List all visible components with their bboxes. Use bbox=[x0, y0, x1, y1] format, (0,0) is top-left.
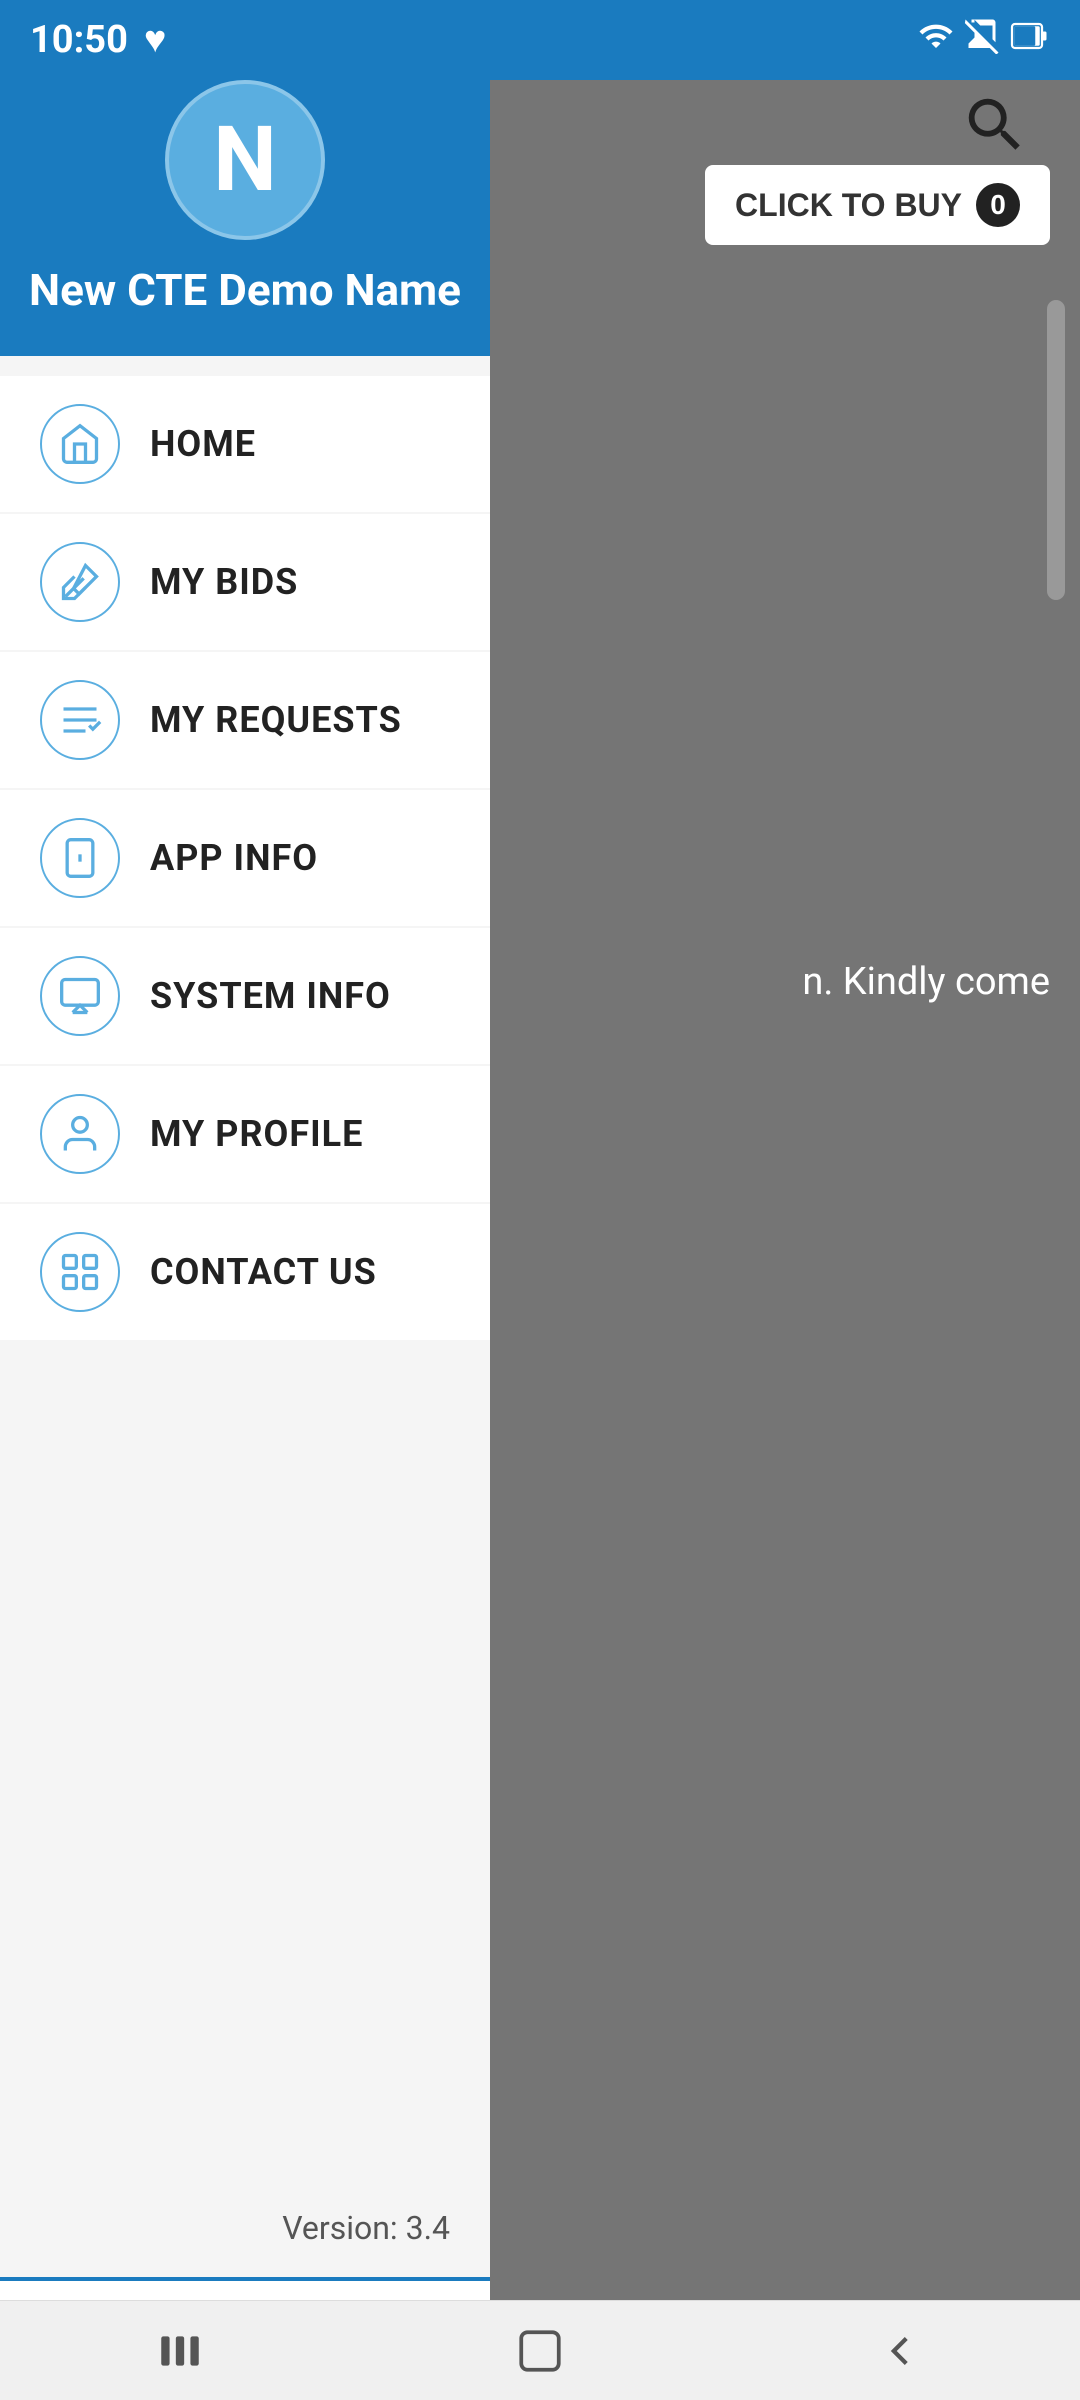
drawer-nav-list: HOME MY BIDS MY REQUESTS APP INFO SYSTEM bbox=[0, 356, 490, 2179]
avatar-letter: N bbox=[213, 115, 277, 205]
status-bar: 10:50 ♥ bbox=[0, 0, 1080, 80]
signal-icon bbox=[964, 18, 1000, 62]
version-area: Version: 3.4 bbox=[0, 2179, 490, 2277]
search-icon[interactable] bbox=[960, 90, 1030, 175]
battery-icon bbox=[1010, 18, 1050, 62]
nav-label-my-requests: MY REQUESTS bbox=[150, 699, 402, 741]
navigation-drawer: N New CTE Demo Name HOME MY BIDS MY REQU… bbox=[0, 0, 490, 2400]
home-icon bbox=[40, 404, 120, 484]
nav-item-my-bids[interactable]: MY BIDS bbox=[0, 514, 490, 650]
contact-icon bbox=[40, 1232, 120, 1312]
bottom-back-button[interactable] bbox=[860, 2311, 940, 2391]
nav-item-system-info[interactable]: SYSTEM INFO bbox=[0, 928, 490, 1064]
wifi-icon bbox=[918, 18, 954, 62]
version-text: Version: 3.4 bbox=[282, 2209, 450, 2247]
nav-label-my-profile: MY PROFILE bbox=[150, 1113, 363, 1155]
bottom-home-button[interactable] bbox=[500, 2311, 580, 2391]
nav-item-my-requests[interactable]: MY REQUESTS bbox=[0, 652, 490, 788]
drawer-username: New CTE Demo Name bbox=[9, 264, 481, 316]
click-to-buy-badge: 0 bbox=[976, 183, 1020, 227]
kindly-text: n. Kindly come bbox=[802, 960, 1050, 1004]
time-display: 10:50 bbox=[30, 18, 128, 62]
click-to-buy-label: CLICK TO BUY bbox=[735, 187, 962, 224]
status-icons-right bbox=[918, 18, 1050, 62]
profile-icon bbox=[40, 1094, 120, 1174]
bottom-menu-button[interactable] bbox=[140, 2311, 220, 2391]
nav-label-home: HOME bbox=[150, 423, 256, 465]
status-time-area: 10:50 ♥ bbox=[30, 18, 166, 62]
heart-icon: ♥ bbox=[144, 18, 167, 62]
requests-icon bbox=[40, 680, 120, 760]
nav-item-app-info[interactable]: APP INFO bbox=[0, 790, 490, 926]
nav-label-contact-us: CONTACT US bbox=[150, 1251, 377, 1293]
nav-item-my-profile[interactable]: MY PROFILE bbox=[0, 1066, 490, 1202]
nav-label-my-bids: MY BIDS bbox=[150, 561, 298, 603]
nav-item-contact-us[interactable]: CONTACT US bbox=[0, 1204, 490, 1340]
avatar: N bbox=[165, 80, 325, 240]
nav-label-system-info: SYSTEM INFO bbox=[150, 975, 391, 1017]
bids-icon bbox=[40, 542, 120, 622]
nav-label-app-info: APP INFO bbox=[150, 837, 318, 879]
system-info-icon bbox=[40, 956, 120, 1036]
bottom-navigation bbox=[0, 2300, 1080, 2400]
app-info-icon bbox=[40, 818, 120, 898]
nav-item-home[interactable]: HOME bbox=[0, 376, 490, 512]
scrollbar[interactable] bbox=[1047, 300, 1065, 600]
click-to-buy-button[interactable]: CLICK TO BUY 0 bbox=[705, 165, 1050, 245]
